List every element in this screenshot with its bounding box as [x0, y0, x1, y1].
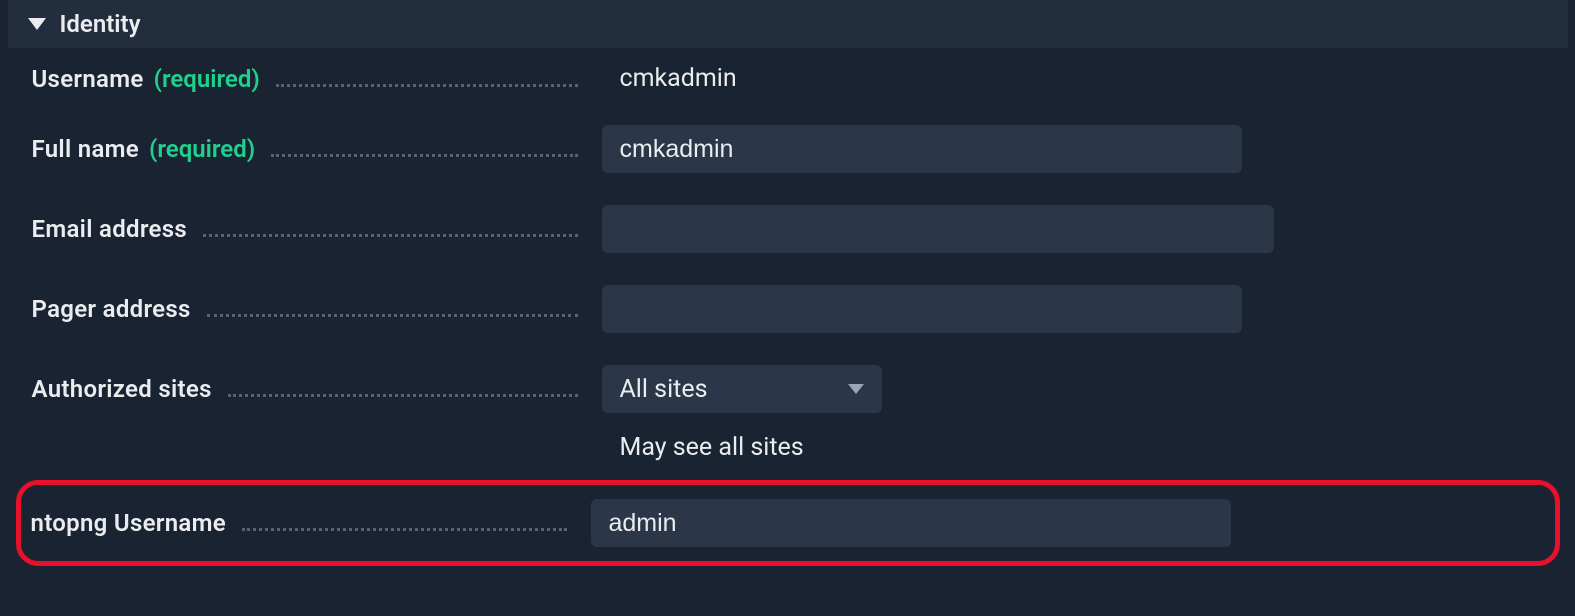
dotted-leader	[203, 231, 577, 237]
authsites-hint-row: May see all sites	[578, 429, 1568, 476]
label-fullname: Full name (required)	[32, 135, 602, 163]
authsites-select[interactable]: All sites	[602, 365, 882, 413]
label-text-pager: Pager address	[32, 295, 191, 323]
collapse-icon	[28, 18, 46, 30]
dotted-leader	[242, 525, 567, 531]
row-pager: Pager address	[8, 269, 1568, 349]
chevron-down-icon	[848, 384, 864, 394]
label-text-ntopng: ntopng Username	[31, 509, 227, 537]
pager-input[interactable]	[602, 285, 1242, 333]
authsites-selected: All sites	[620, 375, 708, 404]
ntopng-input[interactable]	[591, 499, 1231, 547]
fullname-input[interactable]	[602, 125, 1242, 173]
section-header-identity[interactable]: Identity	[8, 0, 1568, 48]
label-text-username: Username	[32, 65, 144, 93]
row-authsites: Authorized sites All sites	[8, 349, 1568, 429]
row-email: Email address	[8, 189, 1568, 269]
authsites-hint: May see all sites	[602, 433, 804, 462]
label-text-fullname: Full name	[32, 135, 140, 163]
dotted-leader	[276, 81, 578, 87]
label-text-authsites: Authorized sites	[32, 375, 212, 403]
dotted-leader	[271, 151, 577, 157]
dotted-leader	[207, 311, 578, 317]
required-badge: (required)	[154, 65, 260, 93]
row-ntopng: ntopng Username	[16, 480, 1560, 566]
label-ntopng: ntopng Username	[31, 509, 591, 537]
label-username: Username (required)	[32, 65, 602, 93]
dotted-leader	[228, 391, 578, 397]
username-value: cmkadmin	[602, 64, 737, 93]
label-pager: Pager address	[32, 295, 602, 323]
label-text-email: Email address	[32, 215, 188, 243]
label-authsites: Authorized sites	[32, 375, 602, 403]
row-fullname: Full name (required)	[8, 109, 1568, 189]
row-username: Username (required) cmkadmin	[8, 48, 1568, 109]
section-title: Identity	[60, 10, 141, 38]
required-badge: (required)	[149, 135, 255, 163]
label-email: Email address	[32, 215, 602, 243]
email-input[interactable]	[602, 205, 1274, 253]
